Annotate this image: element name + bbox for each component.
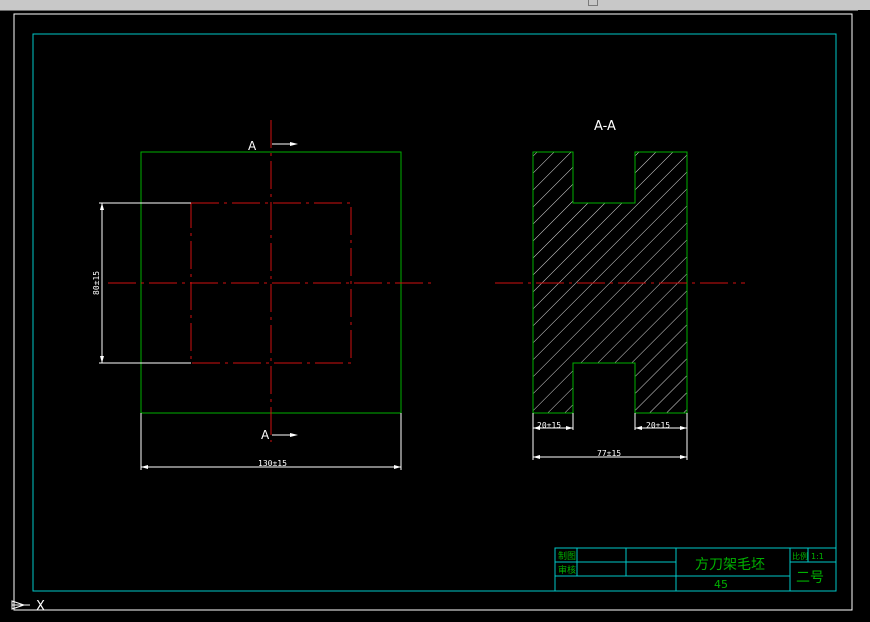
title-checked-label: 审核: [558, 564, 576, 576]
dim-arrow-width-left: [141, 465, 148, 469]
dim-arrow-slot-right-b: [680, 426, 687, 430]
dim-arrow-section-b: [680, 455, 687, 459]
dim-text-height: 80±15: [92, 271, 101, 295]
title-scale-value: 1:1: [811, 552, 824, 561]
dim-text-section-width: 77±15: [597, 449, 621, 458]
dim-text-width: 130±15: [258, 459, 287, 468]
ucs-icon: X: [11, 599, 45, 614]
title-scale-label: 比例: [792, 551, 808, 561]
title-part-name: 方刀架毛坯: [695, 557, 765, 573]
dim-arrow-slot-right-a: [635, 426, 642, 430]
dim-text-slot-right: 20±15: [646, 421, 670, 430]
title-drawn-label: 制图: [558, 550, 576, 562]
section-view: A-A 20±15 20±15 77±15: [495, 119, 745, 460]
title-sheet: 二号: [796, 570, 824, 586]
dim-arrow-height-bottom: [100, 356, 104, 363]
dim-text-slot-left: 20±15: [537, 421, 561, 430]
dim-arrow-section-a: [533, 455, 540, 459]
section-arrowhead-bottom: [290, 433, 298, 437]
section-marker-top: A: [248, 139, 257, 153]
ucs-x-label: X: [36, 599, 45, 614]
front-view: A A 80±15 130±15: [92, 120, 434, 470]
sheet-outer-border: [13, 13, 853, 611]
section-marker-bottom: A: [261, 428, 270, 442]
right-edge-bar: [858, 10, 870, 622]
section-arrowhead-top: [290, 142, 298, 146]
resize-grip[interactable]: [588, 0, 598, 6]
dim-arrow-slot-left-b: [566, 426, 573, 430]
dim-arrow-height-top: [100, 203, 104, 210]
section-view-title: A-A: [594, 119, 616, 134]
drawing-frame: [32, 33, 837, 592]
title-material: 45: [714, 578, 728, 591]
dim-arrow-width-right: [394, 465, 401, 469]
drawing-canvas[interactable]: A A 80±15 130±15 A-A 20±15 20±15 77±15 制…: [0, 10, 858, 622]
